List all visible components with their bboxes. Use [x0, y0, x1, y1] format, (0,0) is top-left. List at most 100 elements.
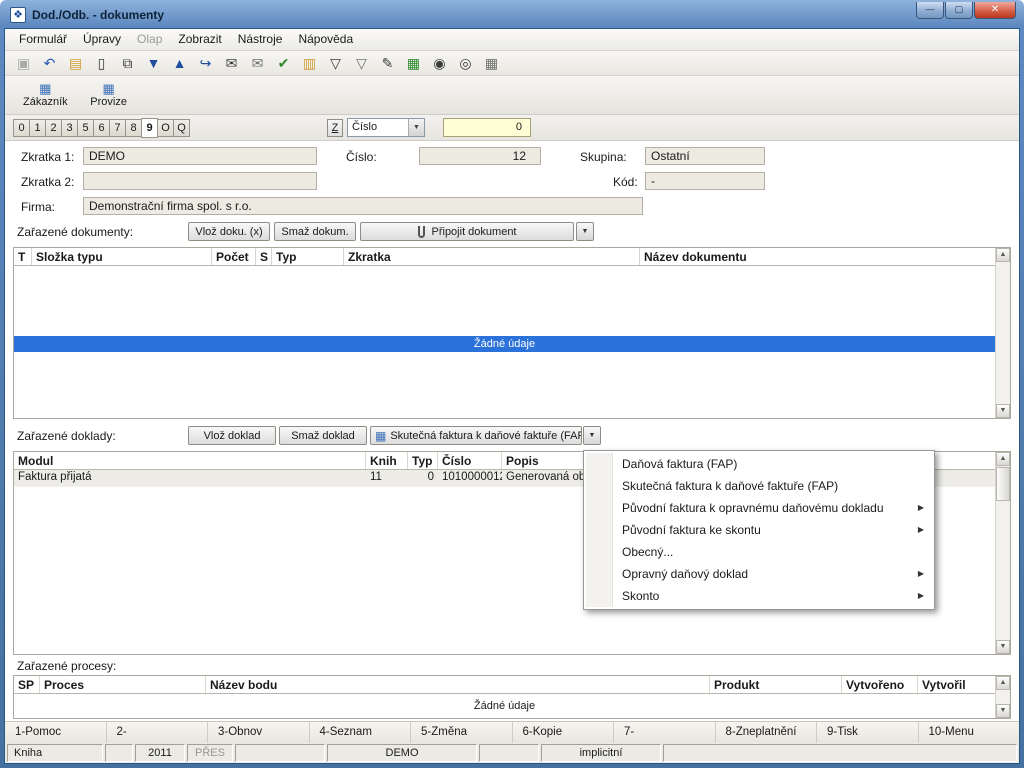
tab-5[interactable]: 5 [77, 119, 94, 137]
table-add-icon[interactable]: ▦ [405, 56, 422, 70]
menu-item-danova-faktura[interactable]: Daňová faktura (FAP) [586, 453, 932, 475]
tab-6[interactable]: 6 [93, 119, 110, 137]
move-up-icon[interactable]: ▲ [171, 56, 188, 70]
attach-dropdown-button[interactable]: ▼ [576, 222, 594, 241]
close-button[interactable]: ✕ [974, 2, 1016, 19]
delete-document-button[interactable]: Smaž dokum. [274, 222, 356, 241]
combo-dropdown-icon[interactable]: ▼ [408, 119, 424, 136]
check-icon[interactable]: ✔ [275, 56, 292, 70]
col-proces[interactable]: Proces [40, 676, 206, 693]
filter-icon[interactable]: ▽ [327, 56, 344, 70]
tab-o[interactable]: O [157, 119, 174, 137]
col-s[interactable]: S [256, 248, 272, 265]
insert-document-button[interactable]: Vlož doku. (x) [188, 222, 270, 241]
fnkey-4-seznam[interactable]: 4-Seznam [310, 722, 412, 743]
zkratka2-field[interactable] [83, 172, 317, 190]
col-cislo[interactable]: Číslo [438, 452, 502, 469]
maximize-button[interactable]: ▢ [945, 2, 973, 19]
zkratka1-field[interactable]: DEMO [83, 147, 317, 165]
documents-scrollbar[interactable]: ▲ ▼ [995, 248, 1010, 418]
tab-3[interactable]: 3 [61, 119, 78, 137]
forward-icon[interactable]: ↪ [197, 56, 214, 70]
col-typ2[interactable]: Typ [408, 452, 438, 469]
minimize-button[interactable]: — [916, 2, 944, 19]
fnkey-9-tisk[interactable]: 9-Tisk [817, 722, 919, 743]
fnkey-8-zneplatneni[interactable]: 8-Zneplatnění [716, 722, 818, 743]
tab-2[interactable]: 2 [45, 119, 62, 137]
zakaznik-button[interactable]: ▦ Zákazník [17, 78, 74, 112]
filter-column-select[interactable]: Číslo ▼ [347, 118, 425, 137]
col-typ[interactable]: Typ [272, 248, 344, 265]
col-nazev-bodu[interactable]: Název bodu [206, 676, 710, 693]
scroll-down-icon[interactable]: ▼ [996, 704, 1010, 718]
col-zkratka[interactable]: Zkratka [344, 248, 640, 265]
scroll-up-icon[interactable]: ▲ [996, 248, 1010, 262]
insert-doklad-button[interactable]: Vlož doklad [188, 426, 276, 445]
col-pocet[interactable]: Počet [212, 248, 256, 265]
col-knih[interactable]: Knih [366, 452, 408, 469]
menu-item-obecny[interactable]: Obecný... [586, 541, 932, 563]
firma-field[interactable]: Demonstrační firma spol. s r.o. [83, 197, 643, 215]
fnkey-7[interactable]: 7- [614, 722, 716, 743]
delete-doklad-button[interactable]: Smaž doklad [279, 426, 367, 445]
menu-item-puvodni-faktura-oprav[interactable]: Původní faktura k opravnému daňovému dok… [586, 497, 932, 519]
menu-item-skutecna-faktura[interactable]: Skutečná faktura k daňové faktuře (FAP) [586, 475, 932, 497]
fnkey-1-pomoc[interactable]: 1-Pomoc [5, 722, 107, 743]
cislo-field[interactable]: 12 [419, 147, 541, 165]
col-t[interactable]: T [14, 248, 32, 265]
col-slozka-typu[interactable]: Složka typu [32, 248, 212, 265]
copy-icon[interactable]: ⧉ [119, 56, 136, 70]
skupina-field[interactable]: Ostatní [645, 147, 765, 165]
fnkey-5-zmena[interactable]: 5-Změna [411, 722, 513, 743]
provize-button[interactable]: ▦ Provize [82, 78, 136, 112]
scroll-up-icon[interactable]: ▲ [996, 452, 1010, 466]
notes-icon[interactable]: ▥ [301, 56, 318, 70]
kod-field[interactable]: - [645, 172, 765, 190]
table-filter-icon[interactable]: ▦ [483, 56, 500, 70]
fnkey-3-obnov[interactable]: 3-Obnov [208, 722, 310, 743]
compose-mail-icon[interactable]: ✉ [223, 56, 240, 70]
mail-icon[interactable]: ✉ [249, 56, 266, 70]
undo-icon[interactable]: ↶ [41, 56, 58, 70]
col-modul[interactable]: Modul [14, 452, 366, 469]
col-vytvoril[interactable]: Vytvořil [918, 676, 995, 693]
menu-formular[interactable]: Formulář [11, 29, 75, 49]
col-sp[interactable]: SP [14, 676, 40, 693]
menu-nastroje[interactable]: Nástroje [230, 29, 291, 49]
open-folder-icon[interactable]: ▤ [67, 56, 84, 70]
menu-item-skonto[interactable]: Skonto ▶ [586, 585, 932, 607]
find-icon[interactable]: ◉ [431, 56, 448, 70]
col-produkt[interactable]: Produkt [710, 676, 842, 693]
scrollbar-thumb[interactable] [996, 467, 1010, 501]
tab-8[interactable]: 8 [125, 119, 142, 137]
menu-upravy[interactable]: Úpravy [75, 29, 129, 49]
col-vytvoreno[interactable]: Vytvořeno [842, 676, 918, 693]
menu-napoveda[interactable]: Nápověda [290, 29, 361, 49]
find-next-icon[interactable]: ◎ [457, 56, 474, 70]
menu-item-puvodni-faktura-skonto[interactable]: Původní faktura ke skontu ▶ [586, 519, 932, 541]
scroll-down-icon[interactable]: ▼ [996, 640, 1010, 654]
doklad-type-button[interactable]: ▦ Skutečná faktura k daňové faktuře (FAP… [370, 426, 582, 445]
col-nazev-dokumentu[interactable]: Název dokumentu [640, 248, 995, 265]
z-button[interactable]: Z [327, 119, 343, 137]
menu-item-opravny-danovy-doklad[interactable]: Opravný daňový doklad ▶ [586, 563, 932, 585]
menu-zobrazit[interactable]: Zobrazit [170, 29, 229, 49]
scroll-up-icon[interactable]: ▲ [996, 676, 1010, 690]
tab-q[interactable]: Q [173, 119, 190, 137]
filter-value-input[interactable]: 0 [443, 118, 531, 137]
tab-7[interactable]: 7 [109, 119, 126, 137]
attach-document-button[interactable]: Připojit dokument [360, 222, 574, 241]
tab-0[interactable]: 0 [13, 119, 30, 137]
processes-scrollbar[interactable]: ▲ ▼ [995, 676, 1010, 718]
fnkey-6-kopie[interactable]: 6-Kopie [513, 722, 615, 743]
filter-edit-icon[interactable]: ▽ [353, 56, 370, 70]
move-down-icon[interactable]: ▼ [145, 56, 162, 70]
doklady-scrollbar[interactable]: ▲ ▼ [995, 452, 1010, 654]
tab-9-active[interactable]: 9 [141, 118, 158, 138]
doklad-type-dropdown-button[interactable]: ▼ [583, 426, 601, 445]
new-document-icon[interactable]: ▯ [93, 56, 110, 70]
fnkey-10-menu[interactable]: 10-Menu [919, 722, 1020, 743]
fnkey-2[interactable]: 2- [107, 722, 209, 743]
edit-record-icon[interactable]: ✎ [379, 56, 396, 70]
scroll-down-icon[interactable]: ▼ [996, 404, 1010, 418]
